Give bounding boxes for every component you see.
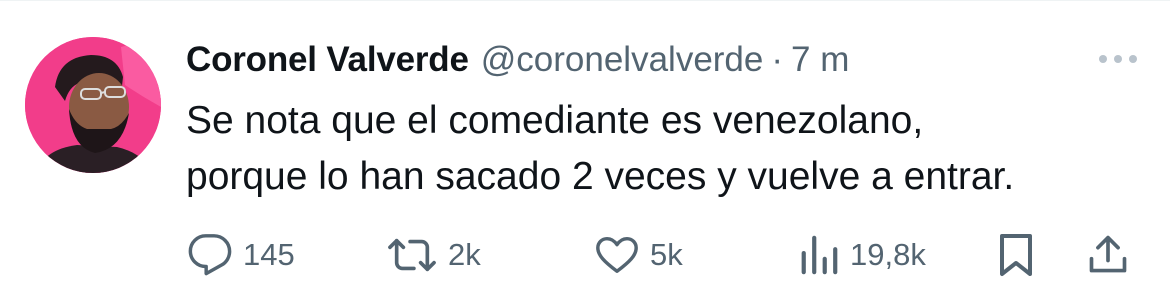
share-button[interactable] [1086,227,1130,283]
views-icon [801,235,838,275]
tweet-header: Coronel Valverde @coronelvalverde · 7 m [186,37,849,83]
retweet-count: 2k [448,237,481,272]
more-options-button[interactable] [1093,45,1143,73]
tweet-text-line: Se nota que el comediante es venezolano, [186,99,924,142]
heart-icon [596,236,638,274]
action-bar: 145 2k 5k 19,8k [0,227,1170,283]
reply-count: 145 [243,237,295,272]
bookmark-button[interactable] [996,227,1036,283]
more-icon [1099,55,1137,63]
avatar[interactable] [25,37,161,173]
author-name[interactable]: Coronel Valverde [186,40,469,80]
reply-icon [188,234,232,276]
share-icon [1089,235,1127,273]
separator-dot: · [771,40,784,79]
like-count: 5k [650,237,683,272]
retweet-icon [388,238,436,272]
tweet-text: Se nota que el comediante es venezolano,… [186,93,1146,205]
views-button[interactable]: 19,8k [798,227,926,283]
like-button[interactable]: 5k [594,227,683,283]
reply-button[interactable]: 145 [187,227,295,283]
avatar-image [25,37,161,173]
timestamp[interactable]: 7 m [791,40,849,80]
author-handle[interactable]: @coronelvalverde [481,40,764,80]
tweet[interactable]: Coronel Valverde @coronelvalverde · 7 m … [0,0,1170,301]
tweet-text-line: porque lo han sacado 2 veces y vuelve a … [186,155,1015,198]
retweet-button[interactable]: 2k [386,227,481,283]
bookmark-icon [1000,234,1032,276]
views-count: 19,8k [850,237,926,272]
